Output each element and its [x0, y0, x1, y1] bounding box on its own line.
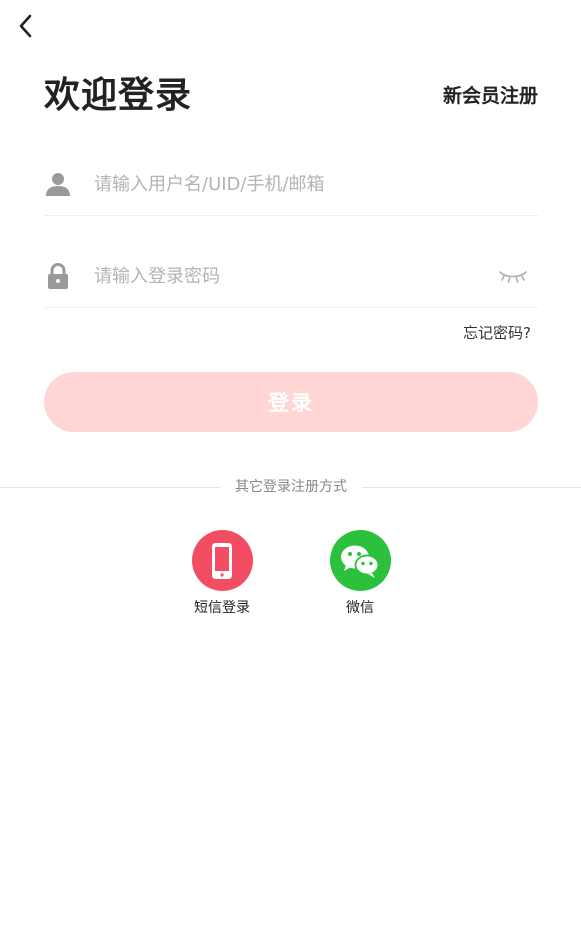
back-button[interactable] [10, 10, 42, 42]
login-button[interactable]: 登录 [44, 372, 538, 432]
divider-line-left [0, 487, 220, 488]
wechat-login-circle [329, 530, 391, 591]
register-link[interactable]: 新会员注册 [443, 82, 538, 110]
chevron-left-icon [19, 14, 32, 38]
lock-icon [44, 262, 72, 290]
eye-closed-icon[interactable] [498, 264, 528, 288]
page-title: 欢迎登录 [44, 75, 193, 116]
alt-login-divider: 其它登录注册方式 [0, 476, 581, 498]
forgot-password-link[interactable]: 忘记密码? [463, 322, 531, 344]
wechat-login-button[interactable]: 微信 [310, 530, 410, 617]
username-field [44, 153, 538, 216]
sms-login-label: 短信登录 [194, 600, 250, 616]
sms-login-circle [191, 530, 253, 591]
password-input[interactable] [94, 256, 474, 296]
user-icon [44, 170, 72, 198]
divider-line-right [362, 487, 581, 488]
phone-icon [212, 542, 232, 579]
username-input[interactable] [94, 164, 474, 204]
password-field [44, 245, 538, 308]
divider-label: 其它登录注册方式 [235, 479, 347, 495]
wechat-icon [341, 545, 380, 578]
wechat-login-label: 微信 [346, 600, 374, 616]
sms-login-button[interactable]: 短信登录 [172, 530, 272, 617]
